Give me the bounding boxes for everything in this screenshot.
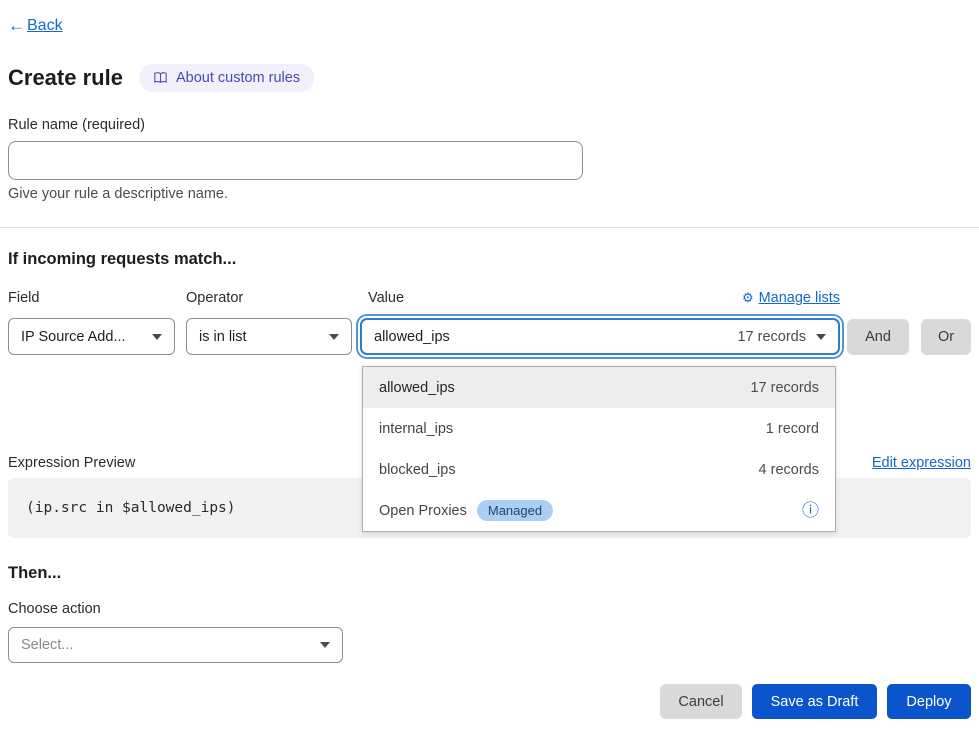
and-button[interactable]: And bbox=[847, 319, 909, 355]
page-title: Create rule bbox=[8, 65, 123, 91]
list-record-count: 4 records bbox=[759, 462, 819, 478]
book-icon bbox=[153, 71, 168, 85]
expression-preview-label: Expression Preview bbox=[8, 455, 135, 471]
field-column-label: Field bbox=[8, 290, 39, 306]
deploy-button[interactable]: Deploy bbox=[887, 684, 971, 719]
match-section-heading: If incoming requests match... bbox=[8, 250, 236, 269]
gear-icon: ⚙ bbox=[742, 290, 754, 306]
save-as-draft-button[interactable]: Save as Draft bbox=[752, 684, 877, 719]
dropdown-item-open-proxies[interactable]: Open Proxies Managed ⓘ bbox=[363, 490, 835, 531]
list-record-count: 1 record bbox=[766, 421, 819, 437]
list-name: Open Proxies bbox=[379, 503, 467, 519]
operator-select-value: is in list bbox=[199, 329, 247, 345]
chevron-down-icon bbox=[816, 334, 826, 340]
operator-select[interactable]: is in list bbox=[186, 318, 352, 355]
rule-name-label: Rule name (required) bbox=[8, 117, 145, 133]
value-select[interactable]: allowed_ips 17 records bbox=[360, 318, 840, 355]
rule-name-input[interactable] bbox=[8, 141, 583, 180]
section-divider bbox=[0, 227, 979, 228]
value-column-label: Value bbox=[368, 290, 404, 306]
cancel-button[interactable]: Cancel bbox=[660, 684, 742, 719]
list-name: internal_ips bbox=[379, 421, 453, 437]
chevron-down-icon bbox=[152, 334, 162, 340]
about-custom-rules-link[interactable]: About custom rules bbox=[139, 64, 314, 92]
back-link[interactable]: Back bbox=[27, 17, 63, 35]
back-nav: ← Back bbox=[8, 16, 63, 36]
info-icon[interactable]: ⓘ bbox=[802, 502, 819, 519]
expression-code: (ip.src in $allowed_ips) bbox=[26, 500, 236, 516]
list-name: blocked_ips bbox=[379, 462, 456, 478]
rule-name-help: Give your rule a descriptive name. bbox=[8, 186, 228, 202]
value-select-dropdown: allowed_ips 17 records internal_ips 1 re… bbox=[362, 366, 836, 532]
field-select[interactable]: IP Source Add... bbox=[8, 318, 175, 355]
chevron-down-icon bbox=[329, 334, 339, 340]
dropdown-item-blocked-ips[interactable]: blocked_ips 4 records bbox=[363, 449, 835, 490]
value-select-record-count: 17 records bbox=[737, 329, 806, 345]
value-select-value: allowed_ips bbox=[374, 329, 450, 345]
action-select[interactable]: Select... bbox=[8, 627, 343, 663]
title-row: Create rule About custom rules bbox=[8, 64, 314, 92]
dropdown-item-internal-ips[interactable]: internal_ips 1 record bbox=[363, 408, 835, 449]
managed-badge: Managed bbox=[477, 500, 553, 521]
manage-lists-link[interactable]: ⚙ Manage lists bbox=[742, 290, 840, 306]
or-button[interactable]: Or bbox=[921, 319, 971, 355]
edit-expression-link[interactable]: Edit expression bbox=[872, 455, 971, 471]
action-select-placeholder: Select... bbox=[21, 637, 73, 653]
list-name: allowed_ips bbox=[379, 380, 455, 396]
chevron-down-icon bbox=[320, 642, 330, 648]
back-arrow-icon: ← bbox=[8, 16, 25, 36]
about-custom-rules-label: About custom rules bbox=[176, 70, 300, 86]
then-section-heading: Then... bbox=[8, 564, 61, 583]
manage-lists-label: Manage lists bbox=[759, 290, 840, 306]
operator-column-label: Operator bbox=[186, 290, 243, 306]
choose-action-label: Choose action bbox=[8, 601, 101, 617]
list-record-count: 17 records bbox=[750, 380, 819, 396]
dropdown-item-allowed-ips[interactable]: allowed_ips 17 records bbox=[363, 367, 835, 408]
field-select-value: IP Source Add... bbox=[21, 329, 126, 345]
create-rule-page: ← Back Create rule About custom rules Ru… bbox=[0, 0, 979, 739]
